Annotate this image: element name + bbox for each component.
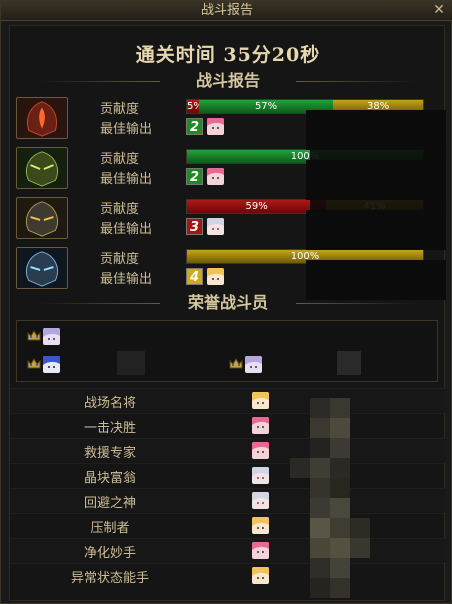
battle-report-heading: 战斗报告 (10, 70, 446, 92)
white-hair-avatar-icon (252, 467, 269, 484)
clear-time: 通关时间 35分20秒 (135, 44, 321, 66)
best-output-label: 最佳输出 (100, 172, 153, 187)
contribution-label: 贡献度 (100, 252, 140, 267)
window-titlebar[interactable]: 战斗报告 ✕ (1, 1, 452, 21)
title-name: 异常状态能手 (70, 571, 149, 586)
title-row: 战场名将 (10, 388, 446, 412)
title-row: 晶块富翁 (10, 463, 446, 487)
contribution-label: 贡献度 (100, 202, 140, 217)
blonde-avatar-icon (252, 392, 269, 409)
best-output-label: 最佳输出 (100, 222, 153, 237)
title-row: 回避之神 (10, 488, 446, 512)
title-name: 回避之神 (83, 496, 136, 511)
rank-badge: 4 (186, 268, 203, 285)
contribution-label: 贡献度 (100, 102, 140, 117)
green-mask-icon (16, 147, 68, 189)
redacted-block (306, 110, 446, 150)
title-row: 一击决胜 (10, 413, 446, 437)
lavender-hair-avatar-icon (43, 328, 60, 345)
redacted-block (117, 351, 145, 375)
blonde-avatar-icon (252, 517, 269, 534)
pink-hair-avatar-icon (207, 168, 224, 185)
window-title: 战斗报告 (200, 3, 253, 18)
rank-badge: 2 (186, 168, 203, 185)
title-name: 战场名将 (83, 396, 136, 411)
title-row: 异常状态能手 (10, 563, 446, 587)
blue-hair-avatar-icon (43, 356, 60, 373)
contribution-segment: 5% (187, 100, 199, 113)
blonde-avatar-icon (207, 268, 224, 285)
pink-hair-avatar-icon (207, 118, 224, 135)
pink-hair-avatar-icon (252, 417, 269, 434)
title-row: 净化妙手 (10, 538, 446, 562)
title-name: 一击决胜 (83, 421, 136, 436)
title-name: 救援专家 (83, 446, 136, 461)
crown-icon (27, 330, 41, 342)
pink-hair-avatar-icon (252, 542, 269, 559)
blue-mask-icon (16, 247, 68, 289)
white-hair-avatar-icon (207, 218, 224, 235)
title-row: 压制者 (10, 513, 446, 537)
battle-report-window: 战斗报告 ✕ 通关时间 35分20秒 战斗报告 贡献度 最佳输出 5%57%38… (0, 0, 452, 604)
title-name: 净化妙手 (83, 546, 136, 561)
pink-hair-avatar-icon (252, 442, 269, 459)
title-name: 压制者 (90, 521, 130, 536)
rank-badge: 3 (186, 218, 203, 235)
close-icon[interactable]: ✕ (431, 2, 447, 18)
crown-icon (27, 358, 41, 370)
lavender-hair-avatar-icon (245, 356, 262, 373)
best-output-label: 最佳输出 (100, 272, 153, 287)
redacted-block (306, 260, 446, 300)
white-hair-avatar-icon (252, 492, 269, 509)
contribution-label: 贡献度 (100, 152, 140, 167)
redacted-block (306, 210, 446, 250)
rank-badge: 2 (186, 118, 203, 135)
red-flame-mask-icon (16, 97, 68, 139)
title-row: 救援专家 (10, 438, 446, 462)
title-name: 晶块富翁 (83, 471, 136, 486)
honor-members-box (16, 320, 438, 382)
redacted-block (337, 351, 361, 375)
report-panel: 通关时间 35分20秒 战斗报告 贡献度 最佳输出 5%57%38% 2 贡献度… (9, 25, 446, 601)
blonde-avatar-icon (252, 567, 269, 584)
best-output-label: 最佳输出 (100, 122, 153, 137)
redacted-block (306, 160, 446, 200)
gold-mask-icon (16, 197, 68, 239)
crown-icon (229, 358, 243, 370)
